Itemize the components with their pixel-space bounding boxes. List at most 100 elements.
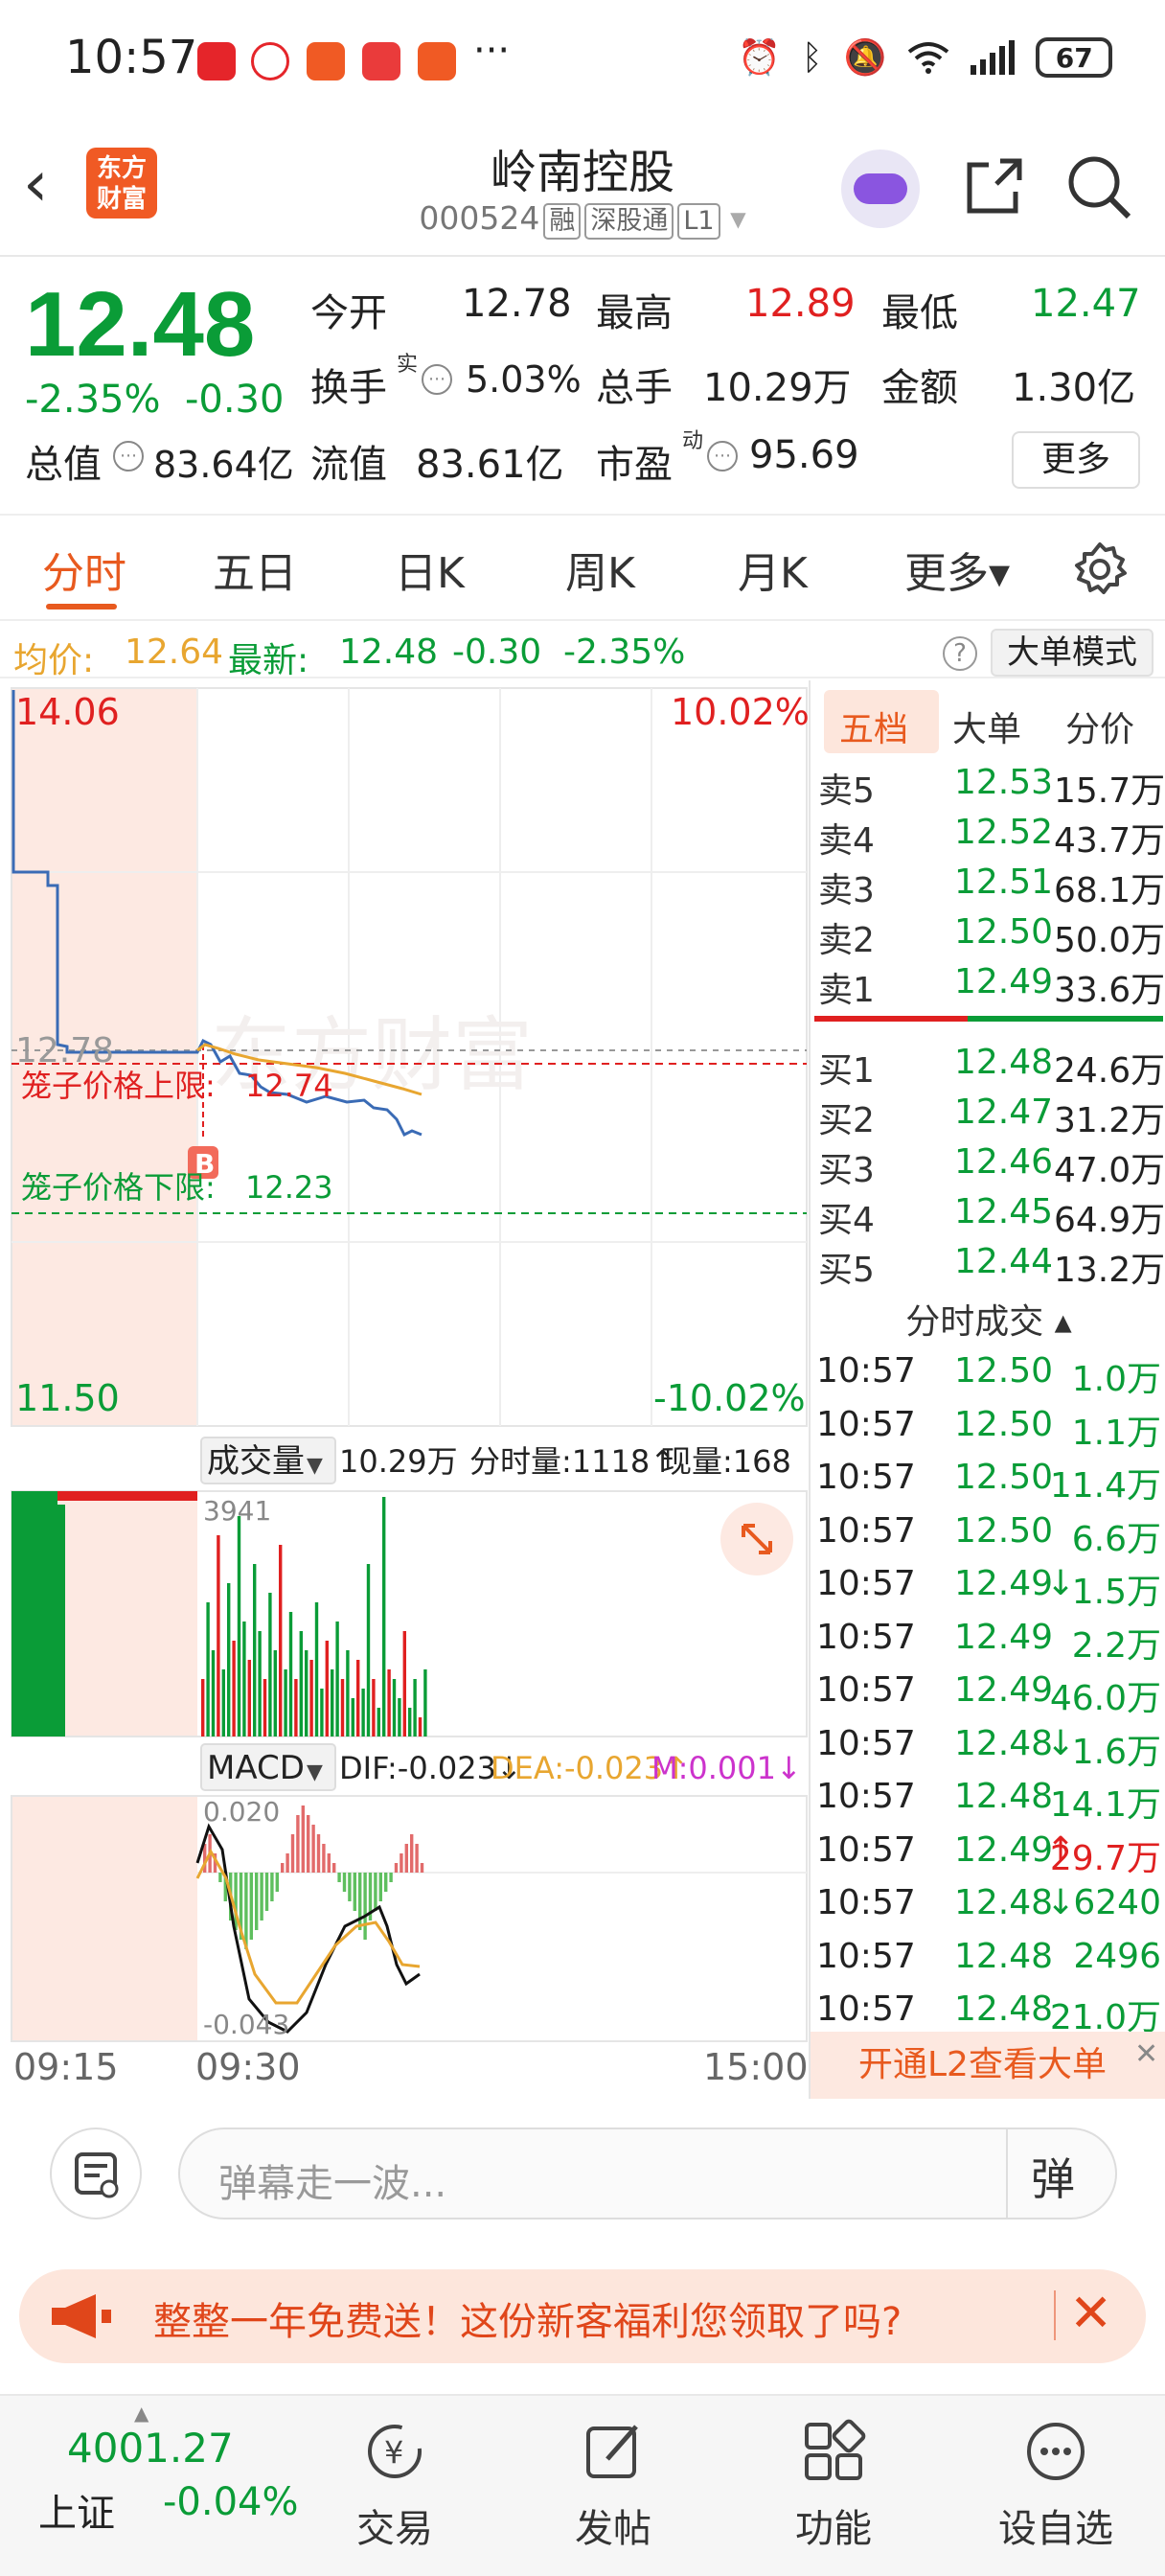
tab-five-day[interactable]: 五日 bbox=[213, 539, 297, 600]
search-icon[interactable] bbox=[1065, 153, 1132, 220]
volume-bar bbox=[346, 1650, 350, 1736]
info-icon[interactable]: ⋯ bbox=[707, 441, 738, 472]
quote-panel: 12.48 -2.35% -0.30 今开 12.78 最高 12.89 最低 … bbox=[0, 259, 1165, 512]
bid-label: 买1 bbox=[818, 1051, 875, 1091]
big-order-mode-button[interactable]: 大单模式 bbox=[991, 629, 1154, 677]
price-summary-bar: 均价: 12.64 最新: 12.48 -0.30 -2.35% ? 大单模式 bbox=[0, 623, 1165, 680]
volume-bar bbox=[247, 1660, 251, 1736]
help-icon[interactable]: ? bbox=[943, 636, 977, 671]
close-icon[interactable]: ✕ bbox=[1134, 2037, 1158, 2071]
tick-time: 10:57 bbox=[816, 1990, 916, 2029]
volume-total: 10.29万 bbox=[339, 1443, 458, 1480]
tab-weekly-k[interactable]: 周K bbox=[565, 539, 635, 600]
tab-intraday[interactable]: 分时 bbox=[42, 539, 126, 600]
ask-row[interactable]: 卖2 12.50 50.0万 bbox=[811, 907, 1165, 960]
volume-bar bbox=[221, 1669, 225, 1736]
intraday-chart[interactable]: 东方财富 B 14.06 10.02% 12.78 笼子价格上限: 12.74 … bbox=[0, 680, 810, 2099]
tab-big-orders[interactable]: 大单 bbox=[952, 702, 1021, 751]
macd-bottom-label: -0.043 bbox=[203, 2009, 289, 2040]
low-label: 最低 bbox=[881, 291, 958, 335]
ask-volume: 33.6万 bbox=[1054, 971, 1165, 1010]
tab-price-dist[interactable]: 分价 bbox=[1065, 702, 1134, 751]
bid-row[interactable]: 买3 12.46 47.0万 bbox=[811, 1137, 1165, 1190]
divider bbox=[1054, 2290, 1056, 2340]
pe-value: 95.69 bbox=[749, 433, 859, 477]
ask-price: 12.50 bbox=[954, 912, 1054, 952]
macd-bar bbox=[394, 1863, 399, 1873]
nav-trade[interactable]: ¥ 交易 bbox=[328, 2417, 462, 2553]
tick-time: 10:57 bbox=[816, 1883, 916, 1922]
bid-row[interactable]: 买4 12.45 64.9万 bbox=[811, 1186, 1165, 1240]
tick-price: 12.48 bbox=[954, 1883, 1054, 1922]
more-button[interactable]: 更多 bbox=[1012, 431, 1140, 489]
index-name[interactable]: 上证 bbox=[38, 2482, 115, 2538]
ai-assistant-icon[interactable] bbox=[841, 150, 920, 228]
bid-price: 12.47 bbox=[954, 1092, 1054, 1132]
volume-bar bbox=[305, 1650, 308, 1736]
ask-row[interactable]: 卖1 12.49 33.6万 bbox=[811, 956, 1165, 1010]
macd-bar bbox=[249, 1873, 253, 1940]
close-icon[interactable]: ✕ bbox=[1069, 2283, 1112, 2343]
tick-time: 10:57 bbox=[816, 1936, 916, 1976]
ask-row[interactable]: 卖4 12.52 43.7万 bbox=[811, 807, 1165, 861]
volume-bar bbox=[279, 1545, 283, 1736]
divider bbox=[1006, 2129, 1008, 2218]
tick-volume: 14.1万 bbox=[1049, 1785, 1161, 1825]
tick-price: 12.48 bbox=[954, 1990, 1054, 2029]
bid-row[interactable]: 买2 12.47 31.2万 bbox=[811, 1087, 1165, 1140]
bid-row[interactable]: 买1 12.48 24.6万 bbox=[811, 1037, 1165, 1091]
volume-bar bbox=[382, 1497, 386, 1736]
amount-value: 1.30亿 bbox=[1012, 366, 1136, 410]
macd-bar bbox=[275, 1873, 279, 1892]
bid-label: 买5 bbox=[818, 1251, 875, 1290]
macd-bar bbox=[337, 1873, 341, 1882]
nav-functions[interactable]: 功能 bbox=[766, 2417, 901, 2553]
nav-post[interactable]: 发帖 bbox=[546, 2417, 680, 2553]
bottom-nav: ▲ 4001.27 上证 -0.04% ¥ 交易 发帖 功能 设自选 bbox=[0, 2394, 1165, 2576]
battery-icon: 67 bbox=[1036, 37, 1113, 78]
tab-five-levels-label[interactable]: 五档 bbox=[839, 702, 908, 751]
bid-price: 12.48 bbox=[954, 1043, 1054, 1082]
float-value: 83.61亿 bbox=[416, 443, 564, 487]
promo-banner[interactable]: 整整一年免费送！这份新客福利您领取了吗? ✕ bbox=[19, 2269, 1146, 2363]
bid-volume: 64.9万 bbox=[1054, 1201, 1165, 1240]
index-value[interactable]: 4001.27 bbox=[67, 2425, 234, 2472]
volume-bar bbox=[242, 1622, 246, 1736]
macd-select-label: MACD bbox=[207, 1749, 305, 1787]
danmu-input[interactable]: 弹幕走一波... 弹 bbox=[178, 2128, 1117, 2220]
volume-bar bbox=[413, 1679, 417, 1736]
tick-price: 12.49 bbox=[954, 1670, 1054, 1710]
chevron-up-icon[interactable]: ▲ bbox=[134, 2402, 148, 2425]
nav-add-watchlist[interactable]: 设自选 bbox=[989, 2417, 1123, 2553]
volume-value: 10.29万 bbox=[703, 366, 852, 410]
ask-row[interactable]: 卖5 12.53 15.7万 bbox=[811, 757, 1165, 811]
chevron-down-icon[interactable]: ▾ bbox=[730, 199, 746, 237]
ticks-title[interactable]: 分时成交 ▴ bbox=[811, 1294, 1165, 1344]
tick-row: 10:57 12.49 2.2万 bbox=[811, 1614, 1165, 1668]
macd-bar bbox=[400, 1853, 403, 1873]
ask-volume: 50.0万 bbox=[1054, 921, 1165, 960]
status-bar: 10:57 ··· ⏰ ᛒ 🔕 67 bbox=[0, 0, 1165, 121]
tick-price: 12.49 bbox=[954, 1617, 1054, 1657]
chevron-down-icon: ▼ bbox=[307, 1760, 323, 1784]
share-icon[interactable] bbox=[962, 153, 1027, 218]
volume-bar bbox=[309, 1660, 313, 1736]
ask-row[interactable]: 卖3 12.51 68.1万 bbox=[811, 857, 1165, 910]
volume-bar bbox=[335, 1622, 339, 1736]
volume-bar bbox=[227, 1583, 231, 1736]
danmu-toggle-icon[interactable]: 弹 bbox=[1031, 2145, 1075, 2208]
comment-list-button[interactable] bbox=[50, 2128, 142, 2220]
info-icon[interactable]: ⋯ bbox=[113, 441, 144, 472]
tick-volume: 1.5万 bbox=[1071, 1573, 1161, 1612]
tab-more[interactable]: 更多▾ bbox=[904, 539, 1010, 600]
l2-banner[interactable]: 开通L2查看大单 bbox=[811, 2032, 1165, 2099]
app-notification-icon bbox=[418, 42, 456, 80]
tab-daily-k[interactable]: 日K bbox=[395, 539, 465, 600]
tick-row: 10:57 12.48 ↓ 6240 bbox=[811, 1879, 1165, 1933]
bid-row[interactable]: 买5 12.44 13.2万 bbox=[811, 1236, 1165, 1290]
tab-monthly-k[interactable]: 月K bbox=[738, 539, 808, 600]
index-change[interactable]: -0.04% bbox=[163, 2480, 299, 2524]
info-icon[interactable]: ⋯ bbox=[422, 364, 452, 395]
level-tag[interactable]: L1 bbox=[677, 203, 720, 240]
gear-icon[interactable] bbox=[1071, 540, 1129, 598]
